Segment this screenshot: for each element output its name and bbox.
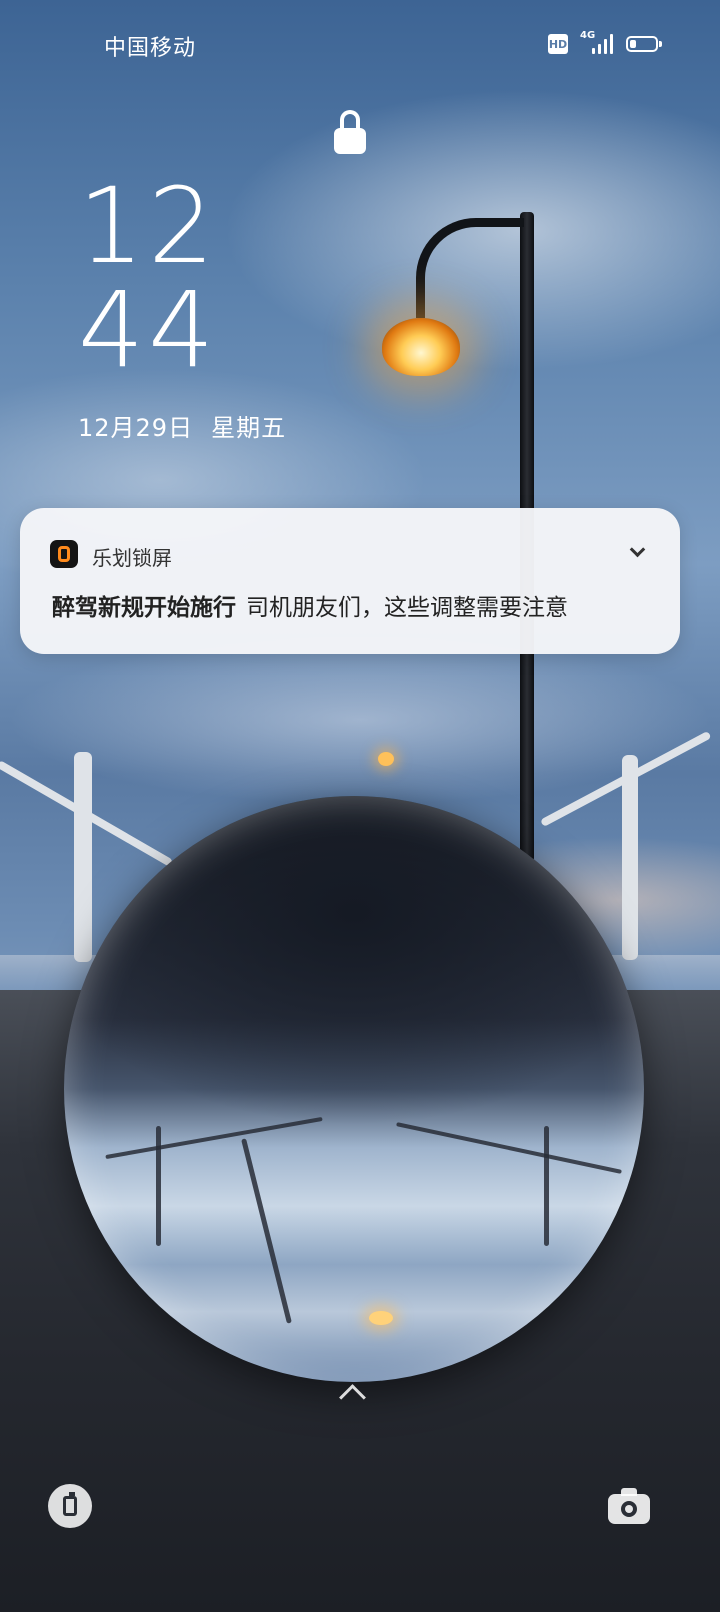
signal-icon: 4G — [580, 30, 614, 56]
battery-icon — [626, 36, 662, 52]
wallpaper-distant-lamp — [378, 752, 394, 766]
ball-reflection-lamp — [369, 1311, 393, 1325]
camera-lens — [621, 1501, 637, 1517]
lock-screen: 中国移动 HD 4G 12 44 12月29日 星期五 乐划锁屏 醉驾新规开始施… — [0, 0, 720, 1612]
wallpaper-crystal-ball — [64, 796, 644, 1382]
weekday-text: 星期五 — [211, 414, 287, 442]
notification-card[interactable]: 乐划锁屏 醉驾新规开始施行 司机朋友们，这些调整需要注意 — [20, 508, 680, 654]
hd-icon: HD — [548, 34, 568, 54]
camera-icon[interactable] — [608, 1486, 650, 1526]
wallpaper-lamp-light — [382, 318, 460, 376]
battery-tip — [659, 41, 662, 47]
clock: 12 44 — [78, 165, 219, 391]
date-text: 12月29日 — [78, 414, 194, 442]
notification-app-name: 乐划锁屏 — [92, 546, 172, 570]
app-logo-mark — [58, 546, 70, 562]
carrier-name: 中国移动 — [104, 36, 197, 61]
phone-glyph — [63, 1492, 77, 1516]
ball-reflection-post — [544, 1126, 549, 1246]
signal-bar — [598, 44, 601, 54]
ball-reflection-rail — [105, 1116, 323, 1160]
date-line: 12月29日 星期五 — [78, 408, 286, 443]
signal-bar — [592, 48, 595, 54]
clock-hour: 12 — [78, 165, 219, 287]
status-bar: 中国移动 HD 4G — [0, 0, 720, 88]
wallpaper-rail-right-post — [622, 755, 638, 960]
chevron-up-icon[interactable] — [332, 1382, 372, 1402]
chevron-down-icon[interactable] — [630, 544, 644, 558]
status-icons: HD 4G — [548, 30, 662, 56]
clock-minute: 44 — [78, 269, 219, 391]
network-type-label: 4G — [580, 30, 596, 41]
ball-reflection-post — [156, 1126, 161, 1246]
signal-bar — [610, 34, 613, 54]
ball-reflection-pole — [241, 1138, 292, 1324]
notification-body: 醉驾新规开始施行 司机朋友们，这些调整需要注意 — [52, 588, 568, 622]
notification-title: 醉驾新规开始施行 — [52, 595, 236, 621]
notification-text: 司机朋友们，这些调整需要注意 — [246, 595, 568, 621]
wallpaper-rail-left-post — [74, 752, 92, 962]
signal-bar — [604, 39, 607, 54]
lock-icon — [334, 110, 366, 154]
battery-level-fill — [630, 40, 636, 48]
phone-icon[interactable] — [48, 1484, 92, 1528]
app-logo-icon — [50, 540, 78, 568]
lock-body — [334, 128, 366, 154]
ball-reflection-rail — [396, 1122, 622, 1174]
